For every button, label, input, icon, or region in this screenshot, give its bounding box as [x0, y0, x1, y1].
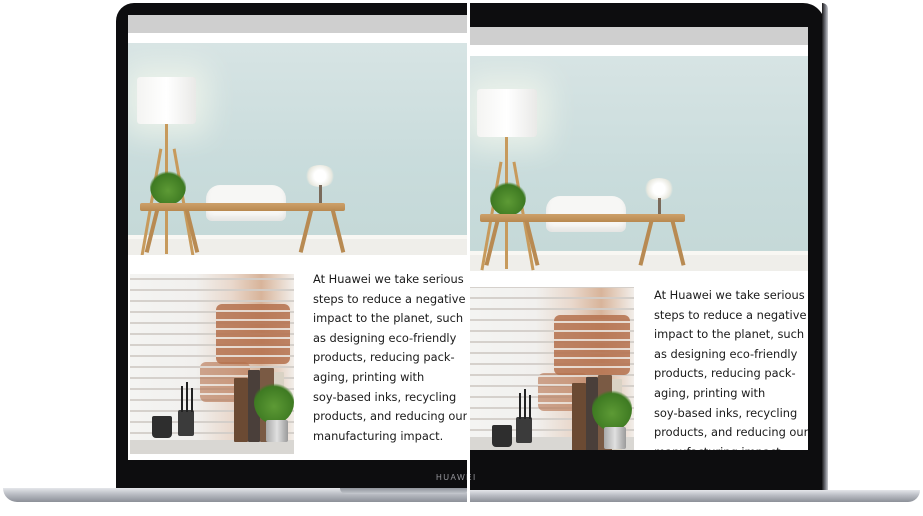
article-text: At Huawei we take serious steps to reduc…: [313, 272, 467, 443]
brick-wall-image: [470, 287, 634, 450]
screen-right: At Huawei we take serious steps to reduc…: [470, 27, 808, 450]
laptop-hinge-notch: [340, 488, 468, 494]
flower-vase: [643, 178, 675, 200]
comparison-divider: [467, 0, 470, 516]
mug: [152, 416, 172, 438]
lamp-shade: [477, 89, 537, 137]
hero-room-image: [470, 56, 808, 271]
browser-toolbar: [128, 15, 467, 33]
plant: [150, 169, 186, 205]
laptop-base-right: [470, 490, 920, 502]
desk: [480, 214, 685, 222]
plant-pot: [266, 420, 288, 442]
pencil-cup: [516, 417, 532, 443]
book: [572, 383, 586, 450]
book: [234, 378, 248, 442]
screen-left: At Huawei we take serious steps to reduc…: [128, 15, 467, 460]
lamp-shade: [137, 77, 196, 124]
mug: [492, 425, 512, 447]
desk: [140, 203, 345, 211]
hero-room-image: [128, 43, 467, 255]
plant-pot: [604, 427, 626, 449]
article-text: At Huawei we take serious steps to reduc…: [654, 288, 808, 450]
flower-vase: [304, 165, 336, 187]
browser-toolbar: [470, 27, 808, 45]
pencil-cup: [178, 410, 194, 436]
plant: [490, 180, 526, 216]
brand-logo: HUAWEI: [436, 473, 477, 482]
brick-wall-image: [130, 274, 294, 454]
